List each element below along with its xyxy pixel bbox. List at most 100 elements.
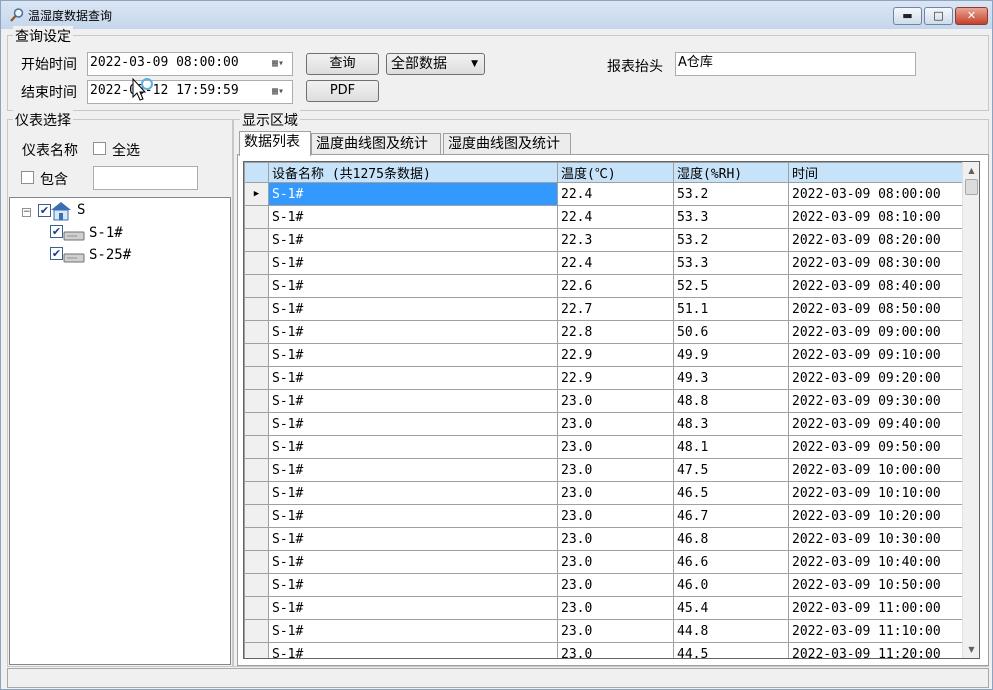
cell-time[interactable]: 2022-03-09 09:40:00	[788, 412, 964, 436]
contains-input[interactable]	[93, 166, 198, 190]
tree-expander[interactable]: −	[22, 208, 31, 217]
row-header[interactable]	[244, 366, 269, 390]
data-grid[interactable]: 设备名称 (共1275条数据) 温度(℃) 湿度(%RH) 时间 ▶ S-1# 22…	[243, 161, 980, 659]
cell-device[interactable]: S-1#	[268, 504, 558, 528]
cell-humidity[interactable]: 51.1	[673, 297, 789, 321]
column-header-device[interactable]: 设备名称 (共1275条数据)	[268, 162, 558, 183]
select-all-label[interactable]: 全选	[112, 140, 140, 160]
cell-temperature[interactable]: 22.4	[557, 251, 674, 275]
cell-device[interactable]: S-1#	[268, 481, 558, 505]
cell-humidity[interactable]: 44.5	[673, 642, 789, 658]
table-row[interactable]: S-1# 23.0 45.4 2022-03-09 11:00:00	[244, 596, 964, 620]
end-time-picker[interactable]: 2022-03-12 17:59:59 ▦▾	[87, 80, 293, 104]
cell-device[interactable]: S-1#	[268, 596, 558, 620]
cell-device[interactable]: S-1#	[268, 642, 558, 658]
table-row[interactable]: S-1# 23.0 46.5 2022-03-09 10:10:00	[244, 481, 964, 505]
row-header[interactable]: ▶	[244, 182, 269, 206]
data-range-select[interactable]: 全部数据 ▼	[386, 53, 485, 75]
cell-humidity[interactable]: 46.5	[673, 481, 789, 505]
table-row[interactable]: S-1# 23.0 47.5 2022-03-09 10:00:00	[244, 458, 964, 482]
cell-temperature[interactable]: 23.0	[557, 412, 674, 436]
cell-time[interactable]: 2022-03-09 09:20:00	[788, 366, 964, 390]
cell-temperature[interactable]: 22.9	[557, 343, 674, 367]
cell-humidity[interactable]: 46.8	[673, 527, 789, 551]
cell-time[interactable]: 2022-03-09 11:10:00	[788, 619, 964, 643]
cell-temperature[interactable]: 23.0	[557, 389, 674, 413]
row-header[interactable]	[244, 389, 269, 413]
contains-checkbox[interactable]	[21, 171, 34, 184]
cell-time[interactable]: 2022-03-09 09:00:00	[788, 320, 964, 344]
cell-time[interactable]: 2022-03-09 11:20:00	[788, 642, 964, 658]
cell-time[interactable]: 2022-03-09 09:30:00	[788, 389, 964, 413]
cell-humidity[interactable]: 48.3	[673, 412, 789, 436]
table-row[interactable]: S-1# 23.0 48.8 2022-03-09 09:30:00	[244, 389, 964, 413]
cell-humidity[interactable]: 53.2	[673, 228, 789, 252]
cell-time[interactable]: 2022-03-09 08:30:00	[788, 251, 964, 275]
row-header[interactable]	[244, 435, 269, 459]
row-header[interactable]	[244, 412, 269, 436]
tree-item-s25-checkbox[interactable]: ✔	[50, 247, 63, 260]
cell-time[interactable]: 2022-03-09 08:00:00	[788, 182, 964, 206]
cell-temperature[interactable]: 22.4	[557, 182, 674, 206]
table-row[interactable]: S-1# 23.0 48.3 2022-03-09 09:40:00	[244, 412, 964, 436]
cell-time[interactable]: 2022-03-09 10:20:00	[788, 504, 964, 528]
cell-device[interactable]: S-1#	[268, 182, 558, 206]
pdf-button[interactable]: PDF	[306, 80, 379, 102]
cell-device[interactable]: S-1#	[268, 527, 558, 551]
cell-temperature[interactable]: 23.0	[557, 550, 674, 574]
cell-humidity[interactable]: 53.2	[673, 182, 789, 206]
cell-humidity[interactable]: 44.8	[673, 619, 789, 643]
cell-humidity[interactable]: 46.0	[673, 573, 789, 597]
cell-temperature[interactable]: 22.4	[557, 205, 674, 229]
cell-temperature[interactable]: 23.0	[557, 527, 674, 551]
cell-device[interactable]: S-1#	[268, 389, 558, 413]
table-row[interactable]: ▶ S-1# 22.4 53.2 2022-03-09 08:00:00	[244, 182, 964, 206]
cell-temperature[interactable]: 22.8	[557, 320, 674, 344]
cell-device[interactable]: S-1#	[268, 228, 558, 252]
maximize-button[interactable]: □	[924, 7, 953, 25]
row-header[interactable]	[244, 251, 269, 275]
cell-temperature[interactable]: 22.9	[557, 366, 674, 390]
cell-device[interactable]: S-1#	[268, 619, 558, 643]
tab-data-list[interactable]: 数据列表	[239, 131, 311, 156]
cell-device[interactable]: S-1#	[268, 274, 558, 298]
cell-device[interactable]: S-1#	[268, 343, 558, 367]
cell-temperature[interactable]: 23.0	[557, 458, 674, 482]
table-row[interactable]: S-1# 23.0 46.0 2022-03-09 10:50:00	[244, 573, 964, 597]
calendar-icon[interactable]: ▦▾	[266, 83, 290, 100]
scroll-down-icon[interactable]: ▼	[963, 641, 980, 658]
row-header[interactable]	[244, 642, 269, 658]
contains-label[interactable]: 包含	[40, 169, 68, 189]
cell-temperature[interactable]: 23.0	[557, 596, 674, 620]
cell-time[interactable]: 2022-03-09 10:30:00	[788, 527, 964, 551]
cell-device[interactable]: S-1#	[268, 205, 558, 229]
table-row[interactable]: S-1# 22.4 53.3 2022-03-09 08:10:00	[244, 205, 964, 229]
close-button[interactable]: ✕	[955, 7, 988, 25]
tree-item-s25-label[interactable]: S-25#	[89, 245, 131, 265]
table-row[interactable]: S-1# 23.0 44.8 2022-03-09 11:10:00	[244, 619, 964, 643]
cell-temperature[interactable]: 23.0	[557, 642, 674, 658]
cell-time[interactable]: 2022-03-09 08:10:00	[788, 205, 964, 229]
row-header[interactable]	[244, 596, 269, 620]
cell-humidity[interactable]: 49.9	[673, 343, 789, 367]
cell-humidity[interactable]: 48.8	[673, 389, 789, 413]
cell-time[interactable]: 2022-03-09 10:40:00	[788, 550, 964, 574]
cell-humidity[interactable]: 45.4	[673, 596, 789, 620]
table-row[interactable]: S-1# 23.0 46.7 2022-03-09 10:20:00	[244, 504, 964, 528]
instrument-tree[interactable]: − ✔ S ✔ S-1# ✔ S-25#	[9, 197, 231, 665]
cell-time[interactable]: 2022-03-09 10:50:00	[788, 573, 964, 597]
cell-time[interactable]: 2022-03-09 09:10:00	[788, 343, 964, 367]
cell-device[interactable]: S-1#	[268, 458, 558, 482]
row-header[interactable]	[244, 504, 269, 528]
report-header-input[interactable]: A仓库	[675, 52, 916, 76]
tab-humidity-chart[interactable]: 湿度曲线图及统计	[443, 133, 571, 155]
row-header[interactable]	[244, 619, 269, 643]
cell-temperature[interactable]: 23.0	[557, 435, 674, 459]
table-row[interactable]: S-1# 23.0 46.8 2022-03-09 10:30:00	[244, 527, 964, 551]
table-row[interactable]: S-1# 22.9 49.9 2022-03-09 09:10:00	[244, 343, 964, 367]
cell-device[interactable]: S-1#	[268, 550, 558, 574]
cell-time[interactable]: 2022-03-09 10:00:00	[788, 458, 964, 482]
column-header-humidity[interactable]: 湿度(%RH)	[673, 162, 789, 183]
cell-temperature[interactable]: 22.6	[557, 274, 674, 298]
cell-time[interactable]: 2022-03-09 08:20:00	[788, 228, 964, 252]
